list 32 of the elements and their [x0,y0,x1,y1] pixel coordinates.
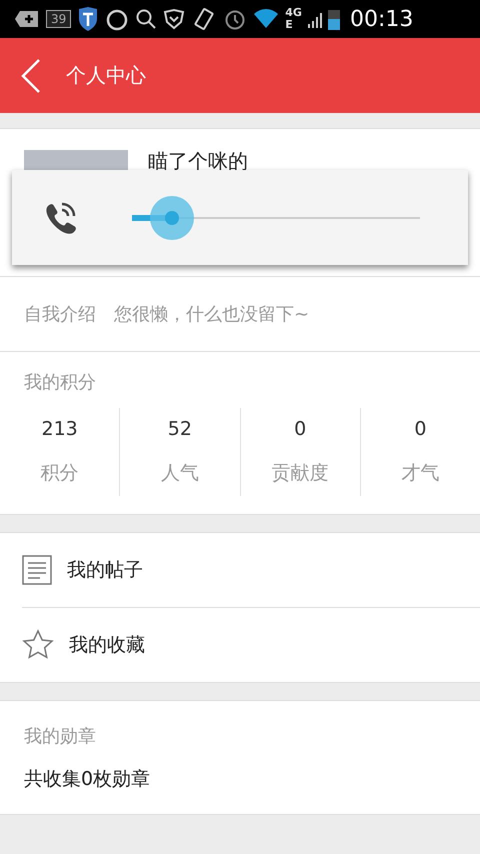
star-icon [22,629,54,661]
clock: 00:13 [350,6,414,32]
shield-check-icon [163,8,186,30]
intro-text: 您很懒，什么也没留下~ [114,303,310,326]
add-icon [14,8,40,30]
section-title: 我的积分 [23,371,97,394]
section-title: 我的勋章 [23,724,97,748]
menu-item[interactable]: 我的收藏 [22,608,480,682]
search-icon [135,8,158,30]
stat-value: 52 [168,418,192,440]
wifi-icon [253,8,280,30]
volume-slider[interactable] [132,196,420,240]
back-icon[interactable] [20,58,42,94]
stat-label: 才气 [401,461,440,486]
shield-icon [77,6,100,32]
stat-label: 积分 [40,461,79,486]
network-type: 4G E [285,7,302,31]
stat-label: 人气 [160,461,199,486]
ring-icon [105,7,130,31]
document-icon [22,555,52,585]
slider-thumb[interactable] [150,196,194,240]
stat-value: 0 [294,418,306,440]
notification-count: 39 [46,10,72,28]
user-name: 瞄了个咪的 [148,148,248,175]
intro-label: 自我介绍 [24,303,96,326]
battery-icon [328,7,340,31]
menu-item[interactable]: 我的帖子 [22,533,480,608]
stat-value: 213 [41,418,78,440]
medal-summary: 共收集0枚勋章 [23,766,152,792]
stat-label: 贡献度 [272,461,329,486]
page-title: 个人中心 [66,62,146,89]
stat-value: 0 [414,418,426,440]
